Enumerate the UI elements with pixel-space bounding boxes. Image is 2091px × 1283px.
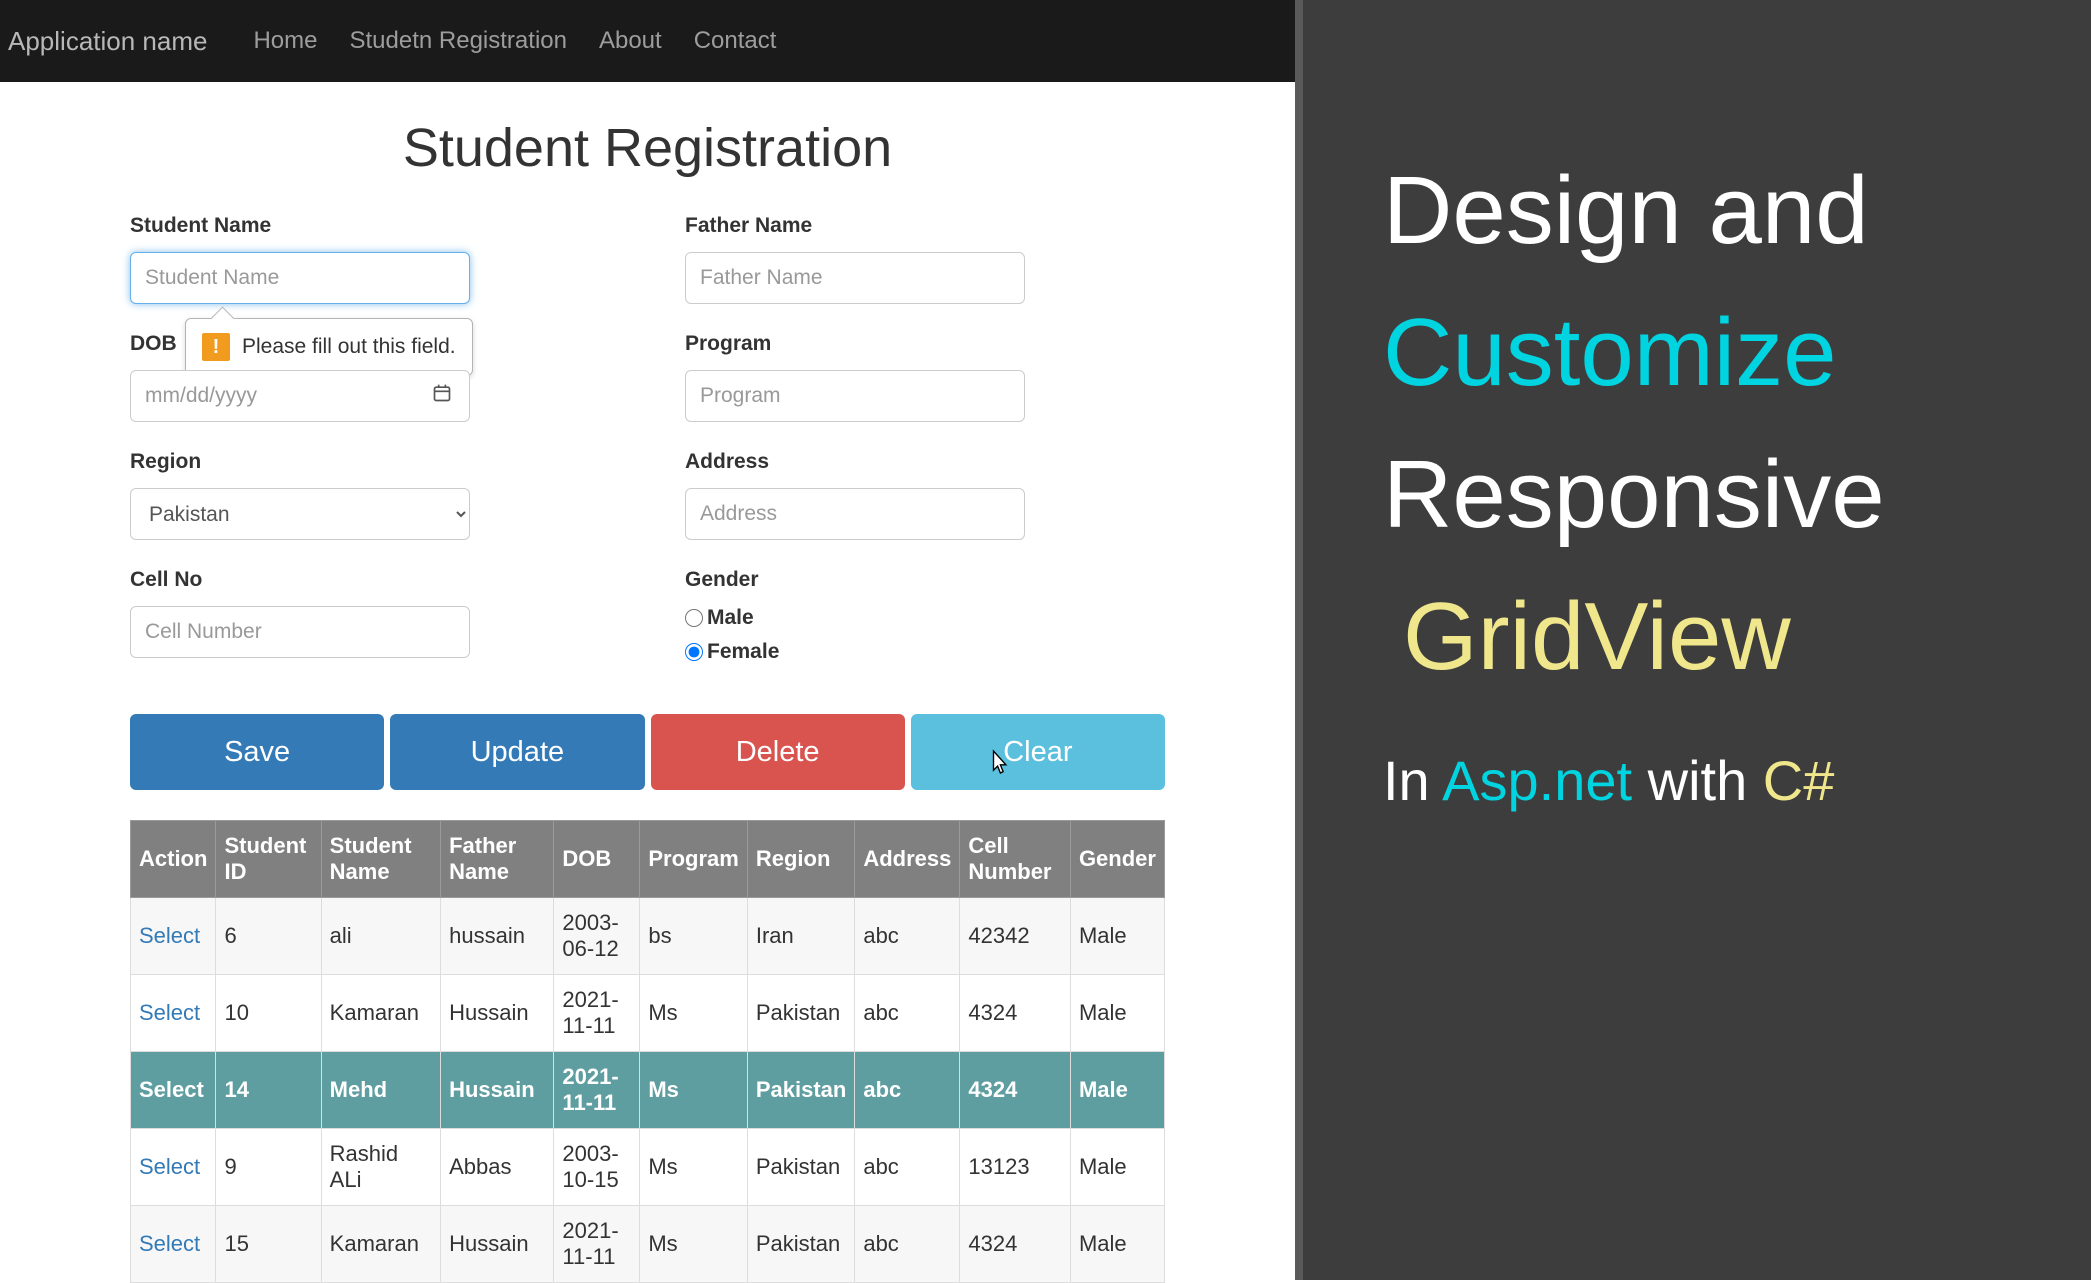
cellno-group: Cell No bbox=[130, 568, 470, 674]
col-gender: Gender bbox=[1070, 821, 1164, 898]
clear-button[interactable]: Clear bbox=[911, 714, 1165, 790]
program-group: Program bbox=[685, 332, 1025, 422]
nav-home[interactable]: Home bbox=[253, 27, 317, 55]
delete-button[interactable]: Delete bbox=[651, 714, 905, 790]
address-group: Address bbox=[685, 450, 1025, 540]
dob-group: DOB bbox=[130, 332, 470, 422]
button-row: Save Update Delete Clear bbox=[130, 714, 1165, 790]
table-row[interactable]: Select10KamaranHussain2021-11-11MsPakist… bbox=[131, 975, 1165, 1052]
select-link[interactable]: Select bbox=[139, 923, 200, 948]
col-address: Address bbox=[855, 821, 960, 898]
dob-input[interactable] bbox=[130, 370, 470, 422]
gender-male-radio[interactable] bbox=[685, 609, 703, 627]
student-name-input[interactable] bbox=[130, 252, 470, 304]
nav-student-registration[interactable]: Studetn Registration bbox=[350, 27, 567, 55]
cellno-label: Cell No bbox=[130, 568, 470, 592]
gridview-header-row: Action Student ID Student Name Father Na… bbox=[131, 821, 1165, 898]
program-input[interactable] bbox=[685, 370, 1025, 422]
update-button[interactable]: Update bbox=[390, 714, 644, 790]
select-link[interactable]: Select bbox=[139, 1077, 204, 1102]
region-select[interactable]: Pakistan bbox=[130, 488, 470, 540]
student-name-label: Student Name bbox=[130, 214, 470, 238]
app-brand: Application name bbox=[8, 26, 207, 57]
save-button[interactable]: Save bbox=[130, 714, 384, 790]
region-group: Region Pakistan bbox=[130, 450, 470, 540]
address-input[interactable] bbox=[685, 488, 1025, 540]
nav-contact[interactable]: Contact bbox=[694, 27, 777, 55]
program-label: Program bbox=[685, 332, 1025, 356]
promo-subtitle: In Asp.net with C# bbox=[1383, 748, 2011, 813]
promo-line-3: Responsive bbox=[1383, 424, 2011, 566]
select-link[interactable]: Select bbox=[139, 1231, 200, 1256]
promo-line-4: GridView bbox=[1383, 566, 2011, 708]
father-name-label: Father Name bbox=[685, 214, 1025, 238]
gender-male-option[interactable]: Male bbox=[685, 606, 1025, 630]
app-panel: Application name Home Studetn Registrati… bbox=[0, 0, 1295, 1280]
table-row[interactable]: Select9Rashid ALiAbbas2003-10-15MsPakist… bbox=[131, 1129, 1165, 1206]
address-label: Address bbox=[685, 450, 1025, 474]
gender-group: Gender Male Female bbox=[685, 568, 1025, 674]
col-action: Action bbox=[131, 821, 216, 898]
table-row[interactable]: Select14MehdHussain2021-11-11MsPakistana… bbox=[131, 1052, 1165, 1129]
region-label: Region bbox=[130, 450, 470, 474]
gender-female-option[interactable]: Female bbox=[685, 640, 1025, 664]
promo-panel: Design and Customize Responsive GridView… bbox=[1295, 0, 2091, 1280]
promo-line-2: Customize bbox=[1383, 282, 2011, 424]
col-student-id: Student ID bbox=[216, 821, 321, 898]
col-dob: DOB bbox=[554, 821, 640, 898]
cellno-input[interactable] bbox=[130, 606, 470, 658]
col-cell-number: Cell Number bbox=[960, 821, 1071, 898]
promo-line-1: Design and bbox=[1383, 140, 2011, 282]
table-row[interactable]: Select6alihussain2003-06-12bsIranabc4234… bbox=[131, 898, 1165, 975]
student-name-group: Student Name ! Please fill out this fiel… bbox=[130, 214, 470, 304]
gender-female-radio[interactable] bbox=[685, 643, 703, 661]
select-link[interactable]: Select bbox=[139, 1000, 200, 1025]
dob-label: DOB bbox=[130, 332, 470, 356]
navbar: Application name Home Studetn Registrati… bbox=[0, 0, 1295, 82]
col-student-name: Student Name bbox=[321, 821, 440, 898]
table-row[interactable]: Select15KamaranHussain2021-11-11MsPakist… bbox=[131, 1206, 1165, 1283]
col-father-name: Father Name bbox=[441, 821, 554, 898]
page-title: Student Registration bbox=[130, 117, 1165, 179]
gender-label: Gender bbox=[685, 568, 1025, 592]
father-name-group: Father Name bbox=[685, 214, 1025, 304]
gridview-table: Action Student ID Student Name Father Na… bbox=[130, 820, 1165, 1283]
col-region: Region bbox=[747, 821, 855, 898]
father-name-input[interactable] bbox=[685, 252, 1025, 304]
nav-about[interactable]: About bbox=[599, 27, 662, 55]
select-link[interactable]: Select bbox=[139, 1154, 200, 1179]
col-program: Program bbox=[640, 821, 747, 898]
